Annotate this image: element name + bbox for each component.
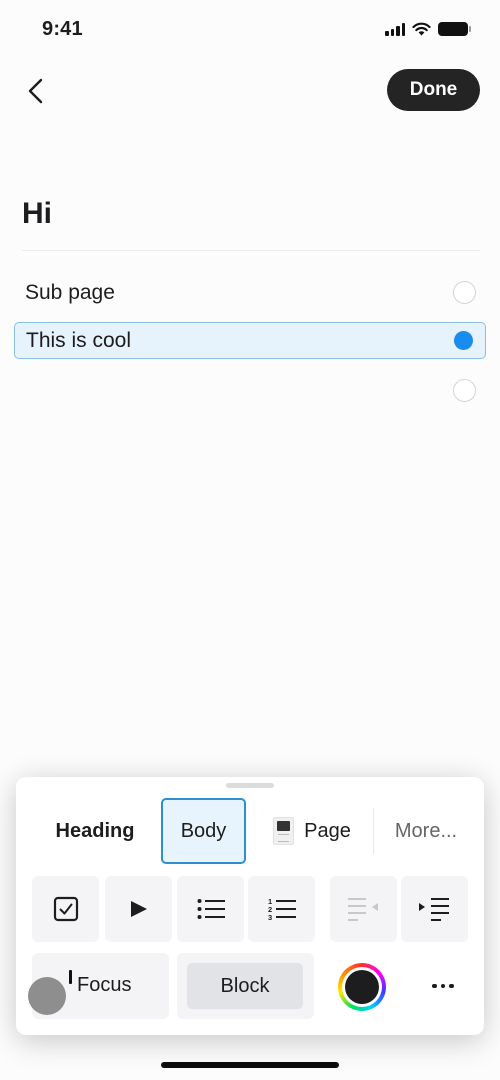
status-bar: 9:41 (0, 0, 500, 60)
formatting-sheet: Heading Body Page More... 1 2 3 Focus Bl… (16, 777, 484, 1035)
numbered-list-icon: 1 2 3 (268, 897, 296, 921)
outdent-icon (347, 898, 378, 921)
svg-text:3: 3 (268, 913, 272, 921)
title-divider (22, 250, 480, 251)
wifi-icon (412, 22, 431, 36)
block-button[interactable]: Block (187, 963, 303, 1009)
block-row-empty[interactable] (14, 372, 486, 409)
bulleted-list-button[interactable] (177, 876, 244, 942)
focus-cursor-icon (69, 970, 72, 984)
block-select-radio[interactable] (453, 281, 476, 304)
style-more-button[interactable]: More... (382, 798, 470, 864)
style-divider (373, 808, 374, 854)
style-heading-button[interactable]: Heading (40, 798, 150, 864)
block-row[interactable]: Sub page (14, 274, 486, 311)
toggle-button[interactable] (105, 876, 172, 942)
home-indicator[interactable] (161, 1062, 339, 1068)
block-style-row: Heading Body Page More... (16, 798, 484, 864)
status-time: 9:41 (42, 18, 83, 40)
block-button-container: Block (177, 953, 314, 1019)
block-text[interactable]: Sub page (14, 281, 486, 305)
bottom-actions-row: Focus Block (32, 953, 468, 1019)
numbered-list-button[interactable]: 1 2 3 (248, 876, 315, 942)
style-page-button[interactable]: Page (266, 798, 358, 864)
touch-indicator (28, 977, 66, 1015)
style-body-button[interactable]: Body (161, 798, 246, 864)
sheet-grabber[interactable] (226, 783, 274, 788)
format-buttons-row: 1 2 3 (32, 876, 468, 942)
status-icons (385, 22, 471, 36)
checkbox-button[interactable] (32, 876, 99, 942)
ellipsis-icon[interactable] (428, 971, 458, 1001)
focus-label: Focus (77, 974, 132, 996)
cellular-signal-icon (385, 22, 405, 36)
battery-icon (438, 22, 471, 36)
block-text[interactable]: This is cool (15, 329, 485, 353)
indent-icon (418, 898, 449, 921)
style-page-label: Page (304, 819, 351, 842)
play-triangle-icon (130, 901, 147, 917)
block-select-radio-checked[interactable] (454, 331, 473, 350)
bullet-list-icon (197, 899, 225, 919)
block-row-selected[interactable]: This is cool (14, 322, 486, 359)
color-wheel-icon[interactable] (338, 963, 386, 1011)
back-button[interactable] (22, 74, 52, 108)
page-icon (273, 817, 295, 845)
chevron-left-icon (28, 78, 43, 104)
block-select-radio[interactable] (453, 379, 476, 402)
checkbox-icon (53, 896, 78, 922)
page-title[interactable]: Hi (22, 197, 52, 231)
indent-button[interactable] (401, 876, 468, 942)
outdent-button[interactable] (330, 876, 397, 942)
done-button[interactable]: Done (387, 69, 480, 111)
